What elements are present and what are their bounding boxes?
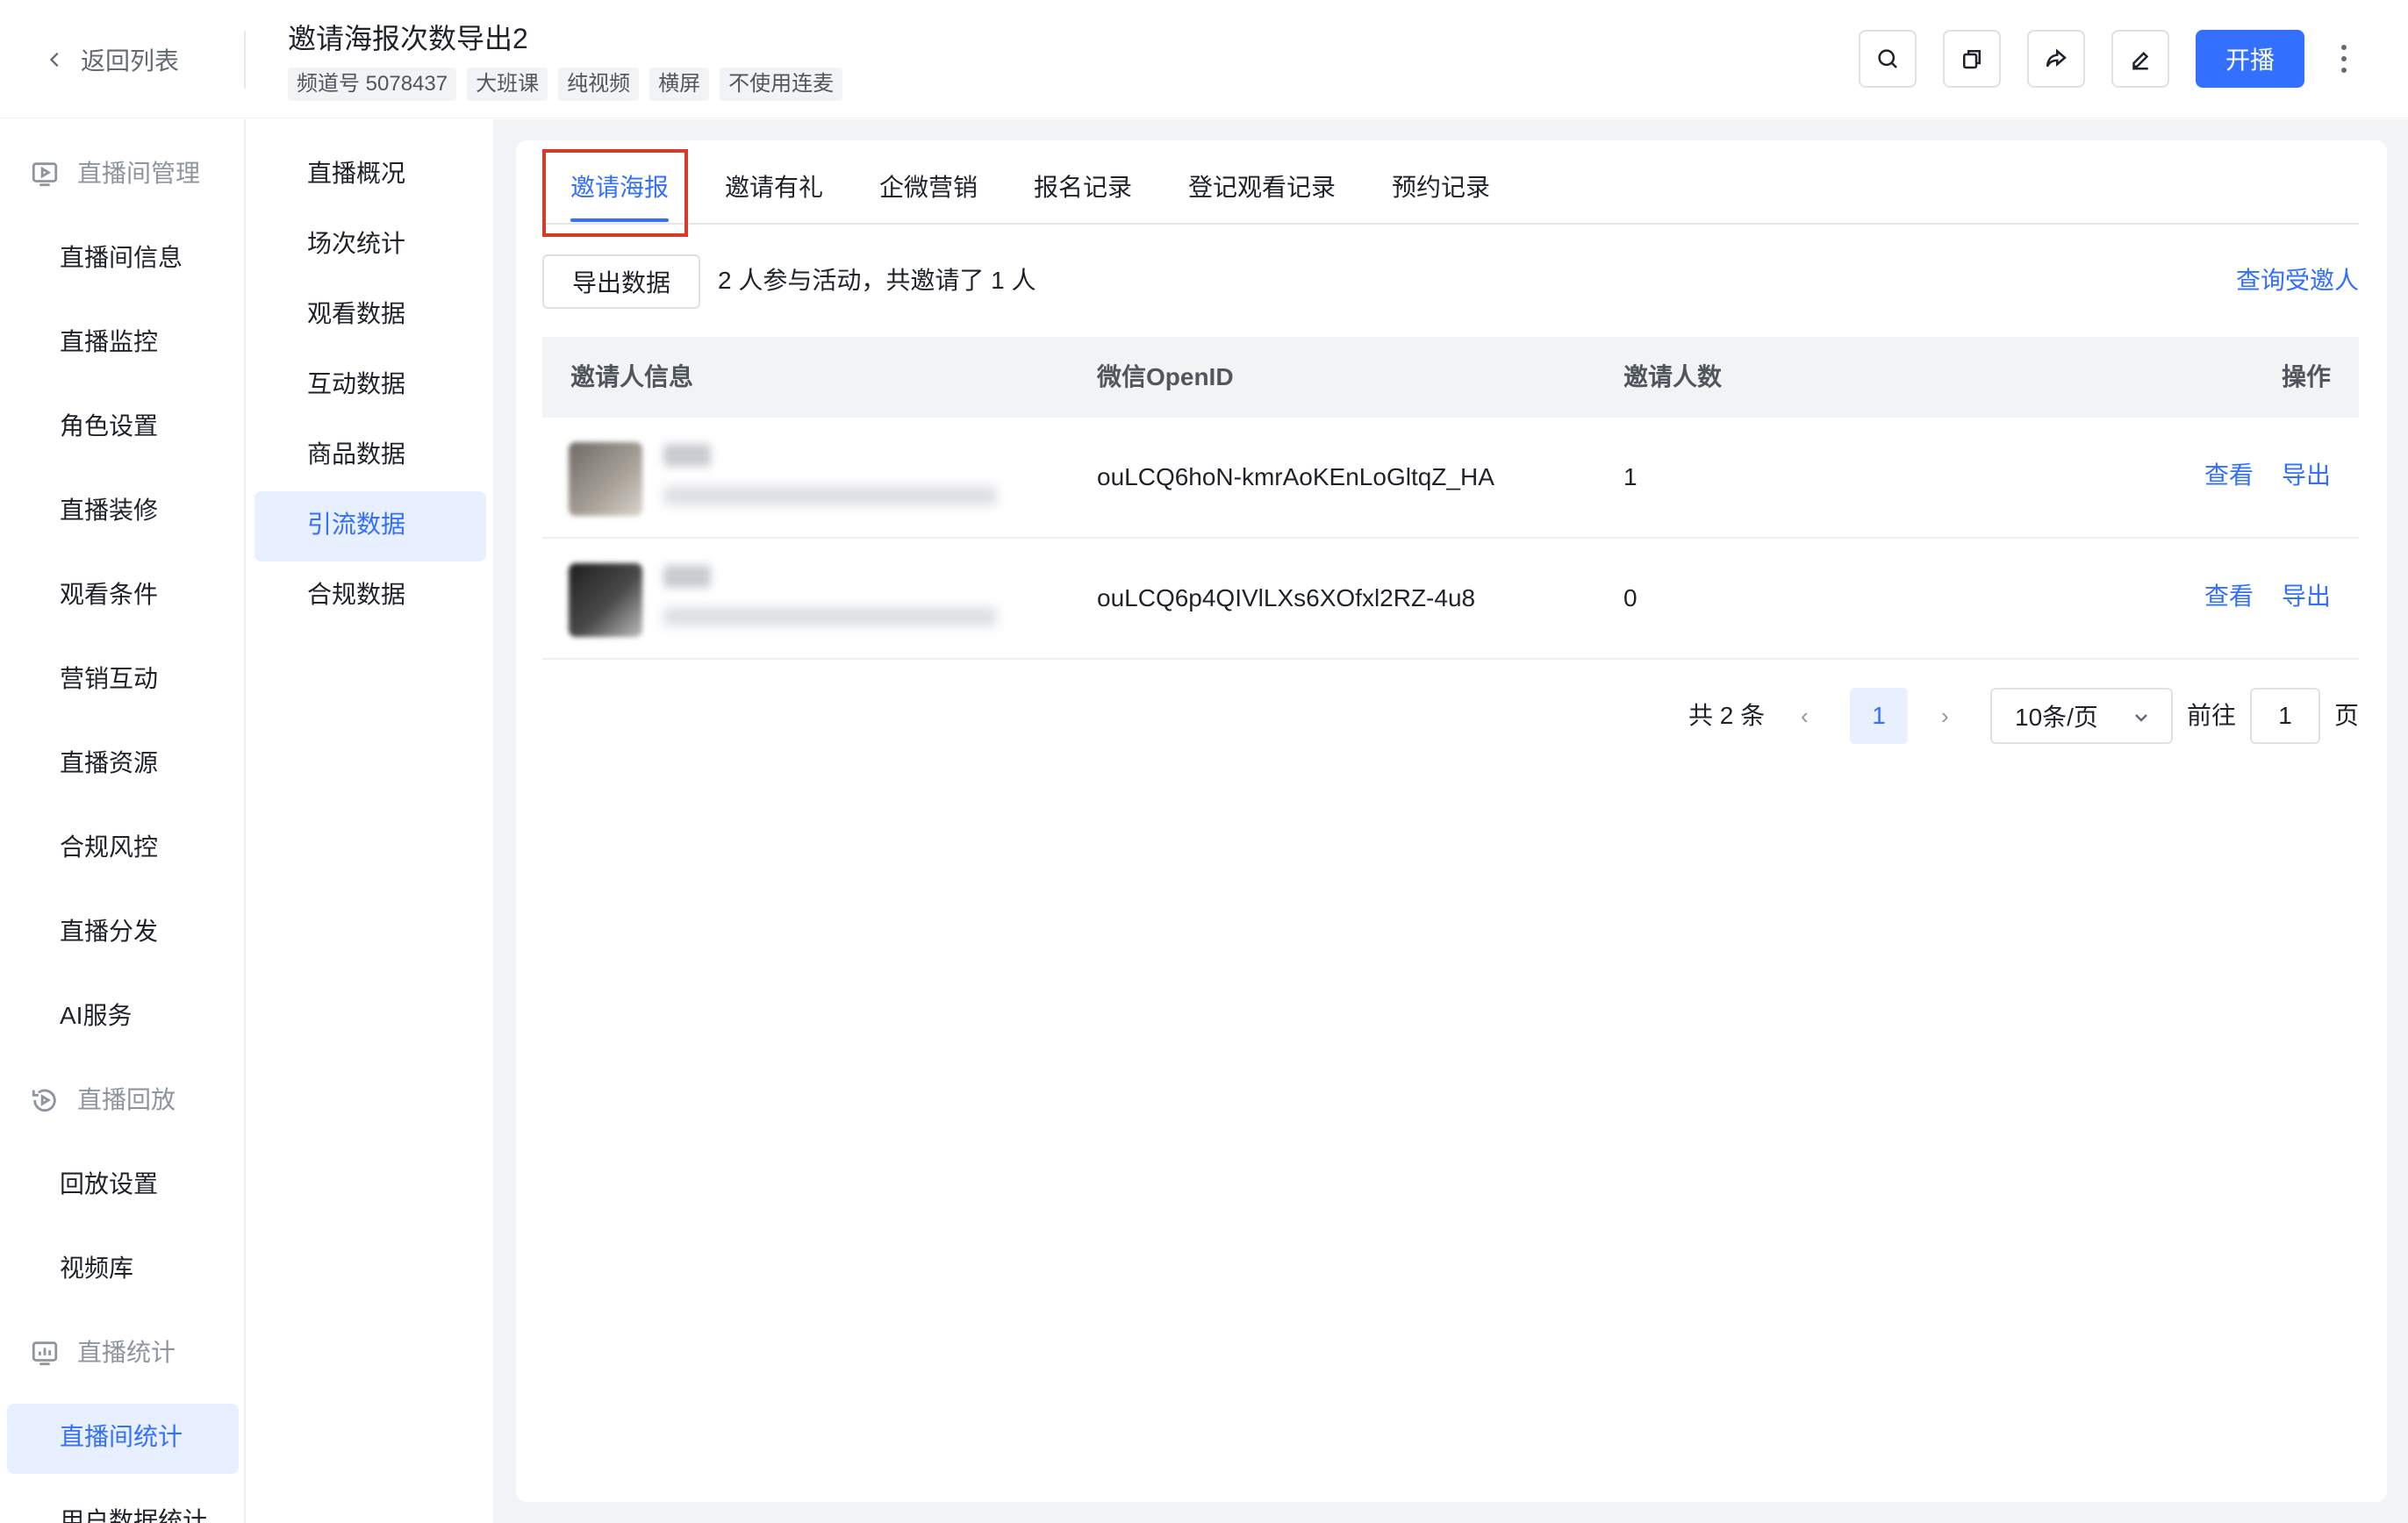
view-link[interactable]: 查看 xyxy=(2204,458,2254,493)
blurred-nickname xyxy=(663,565,711,588)
table-row: ouLCQ6p4QIVlLXs6XOfxl2RZ-4u8 0 查看 导出 xyxy=(542,539,2359,660)
group-label: 直播统计 xyxy=(77,1339,176,1366)
column-header-invite-count: 邀请人数 xyxy=(1623,363,1723,390)
traffic-tabs: 邀请海报 邀请有礼 企微营销 报名记录 登记观看记录 预约记录 xyxy=(542,147,2359,225)
column-header-openid: 微信OpenID xyxy=(1097,363,1234,390)
pagination-total: 共 2 条 xyxy=(1688,702,1766,729)
export-link[interactable]: 导出 xyxy=(2282,579,2331,614)
openid-cell: ouLCQ6p4QIVlLXs6XOfxl2RZ-4u8 xyxy=(1097,584,1476,611)
page-unit-label: 页 xyxy=(2334,702,2360,729)
sidebar-item-room-stats[interactable]: 直播间统计 xyxy=(60,1419,183,1455)
group-label: 直播间管理 xyxy=(77,160,201,187)
stats-chart-icon xyxy=(32,1341,58,1366)
header-divider xyxy=(244,31,246,89)
view-link[interactable]: 查看 xyxy=(2204,579,2254,614)
sidebar-item-roles[interactable]: 角色设置 xyxy=(60,409,158,444)
subnav-item-products[interactable]: 商品数据 xyxy=(307,437,405,472)
participation-summary: 2 人参与活动，共邀请了 1 人 xyxy=(718,267,1036,294)
sidebar-group-live-room: 直播间管理 xyxy=(30,156,200,191)
page-size-select[interactable]: 10条/页 xyxy=(1990,688,2173,744)
orientation-tag: 横屏 xyxy=(649,68,710,101)
back-label: 返回列表 xyxy=(81,47,180,75)
play-screen-icon xyxy=(32,162,58,187)
top-header: 返回列表 邀请海报次数导出2 频道号 5078437 大班课 纯视频 横屏 不使… xyxy=(0,0,2408,118)
invite-count-cell: 1 xyxy=(1623,463,1638,490)
blurred-user-id xyxy=(663,486,997,505)
copy-button[interactable] xyxy=(1943,30,2001,88)
tab-register-watch-records[interactable]: 登记观看记录 xyxy=(1188,147,1336,225)
main-sidebar: 直播间管理 直播间信息 直播监控 角色设置 直播装修 观看条件 营销互动 直播资… xyxy=(0,119,246,1523)
tab-signup-records[interactable]: 报名记录 xyxy=(1034,147,1132,225)
search-icon xyxy=(1878,49,1897,68)
stats-subnav: 直播概况 场次统计 观看数据 互动数据 商品数据 引流数据 合规数据 xyxy=(247,119,493,1523)
sidebar-group-replay: 直播回放 xyxy=(30,1083,176,1118)
highlight-annotation-box xyxy=(542,149,688,237)
edit-button[interactable] xyxy=(2111,30,2169,88)
mic-tag: 不使用连麦 xyxy=(720,68,843,101)
page-size-value: 10条/页 xyxy=(2015,704,2098,731)
sidebar-item-replay-settings[interactable]: 回放设置 xyxy=(60,1167,158,1202)
sidebar-item-distribution[interactable]: 直播分发 xyxy=(60,914,158,949)
back-to-list-button[interactable]: 返回列表 xyxy=(46,39,179,81)
sidebar-item-monitor[interactable]: 直播监控 xyxy=(60,325,158,360)
tab-reservation-records[interactable]: 预约记录 xyxy=(1392,147,1490,225)
sidebar-item-video-library[interactable]: 视频库 xyxy=(60,1251,133,1286)
chevron-left-icon xyxy=(49,52,59,68)
query-invitee-link[interactable]: 查询受邀人 xyxy=(2236,263,2359,298)
channel-tags: 频道号 5078437 大班课 纯视频 横屏 不使用连麦 xyxy=(288,68,843,101)
openid-cell: ouLCQ6hoN-kmrAoKEnLoGltqZ_HA xyxy=(1097,463,1494,490)
next-page-button[interactable]: › xyxy=(1941,698,1949,733)
share-icon xyxy=(2046,48,2067,68)
goto-page-input[interactable]: 1 xyxy=(2250,688,2320,744)
subnav-item-sessions[interactable]: 场次统计 xyxy=(307,226,405,261)
column-header-actions: 操作 xyxy=(2281,363,2331,390)
prev-page-button[interactable]: ‹ xyxy=(1801,698,1809,733)
subnav-item-interaction[interactable]: 互动数据 xyxy=(307,367,405,402)
column-header-inviter: 邀请人信息 xyxy=(570,363,694,390)
replay-icon xyxy=(32,1089,56,1112)
invite-count-cell: 0 xyxy=(1623,584,1638,611)
table-row: ouLCQ6hoN-kmrAoKEnLoGltqZ_HA 1 查看 导出 xyxy=(542,418,2359,539)
sidebar-group-stats: 直播统计 xyxy=(30,1335,176,1370)
chevron-down-icon xyxy=(2135,714,2147,722)
sidebar-item-marketing[interactable]: 营销互动 xyxy=(60,661,158,697)
copy-icon xyxy=(1963,50,1981,69)
more-menu-button[interactable] xyxy=(2331,30,2357,88)
subnav-item-viewing[interactable]: 观看数据 xyxy=(307,297,405,332)
page-title: 邀请海报次数导出2 xyxy=(288,23,528,54)
blurred-nickname xyxy=(663,444,711,467)
goto-label: 前往 xyxy=(2187,702,2237,729)
sidebar-item-decoration[interactable]: 直播装修 xyxy=(60,493,158,528)
video-type-tag: 纯视频 xyxy=(558,68,640,101)
subnav-item-traffic[interactable]: 引流数据 xyxy=(307,507,405,542)
class-type-tag: 大班课 xyxy=(467,68,548,101)
sidebar-item-compliance[interactable]: 合规风控 xyxy=(60,830,158,865)
share-button[interactable] xyxy=(2027,30,2085,88)
subnav-item-compliance[interactable]: 合规数据 xyxy=(307,577,405,612)
export-link[interactable]: 导出 xyxy=(2282,458,2331,493)
table-header: 邀请人信息 微信OpenID 邀请人数 操作 xyxy=(542,337,2359,418)
sidebar-item-user-stats[interactable]: 用户数据统计 xyxy=(60,1504,207,1523)
sidebar-item-room-info[interactable]: 直播间信息 xyxy=(60,240,183,275)
sidebar-item-watch-conditions[interactable]: 观看条件 xyxy=(60,577,158,612)
edit-icon xyxy=(2132,51,2149,70)
tab-invite-gift[interactable]: 邀请有礼 xyxy=(725,147,823,225)
avatar xyxy=(569,442,642,516)
sidebar-item-ai-service[interactable]: AI服务 xyxy=(60,998,132,1033)
blurred-user-id xyxy=(663,607,997,626)
sidebar-item-resources[interactable]: 直播资源 xyxy=(60,746,158,781)
header-actions: 开播 xyxy=(1859,30,2357,88)
start-live-button[interactable]: 开播 xyxy=(2196,30,2304,88)
avatar xyxy=(569,563,642,637)
channel-id-tag: 频道号 5078437 xyxy=(288,68,457,101)
search-button[interactable] xyxy=(1859,30,1917,88)
more-icon xyxy=(2341,45,2347,50)
export-data-button[interactable]: 导出数据 xyxy=(542,254,700,309)
tab-wecom-marketing[interactable]: 企微营销 xyxy=(879,147,978,225)
page-number-current[interactable]: 1 xyxy=(1850,688,1908,744)
subnav-item-overview[interactable]: 直播概况 xyxy=(307,156,405,191)
group-label: 直播回放 xyxy=(77,1086,176,1113)
